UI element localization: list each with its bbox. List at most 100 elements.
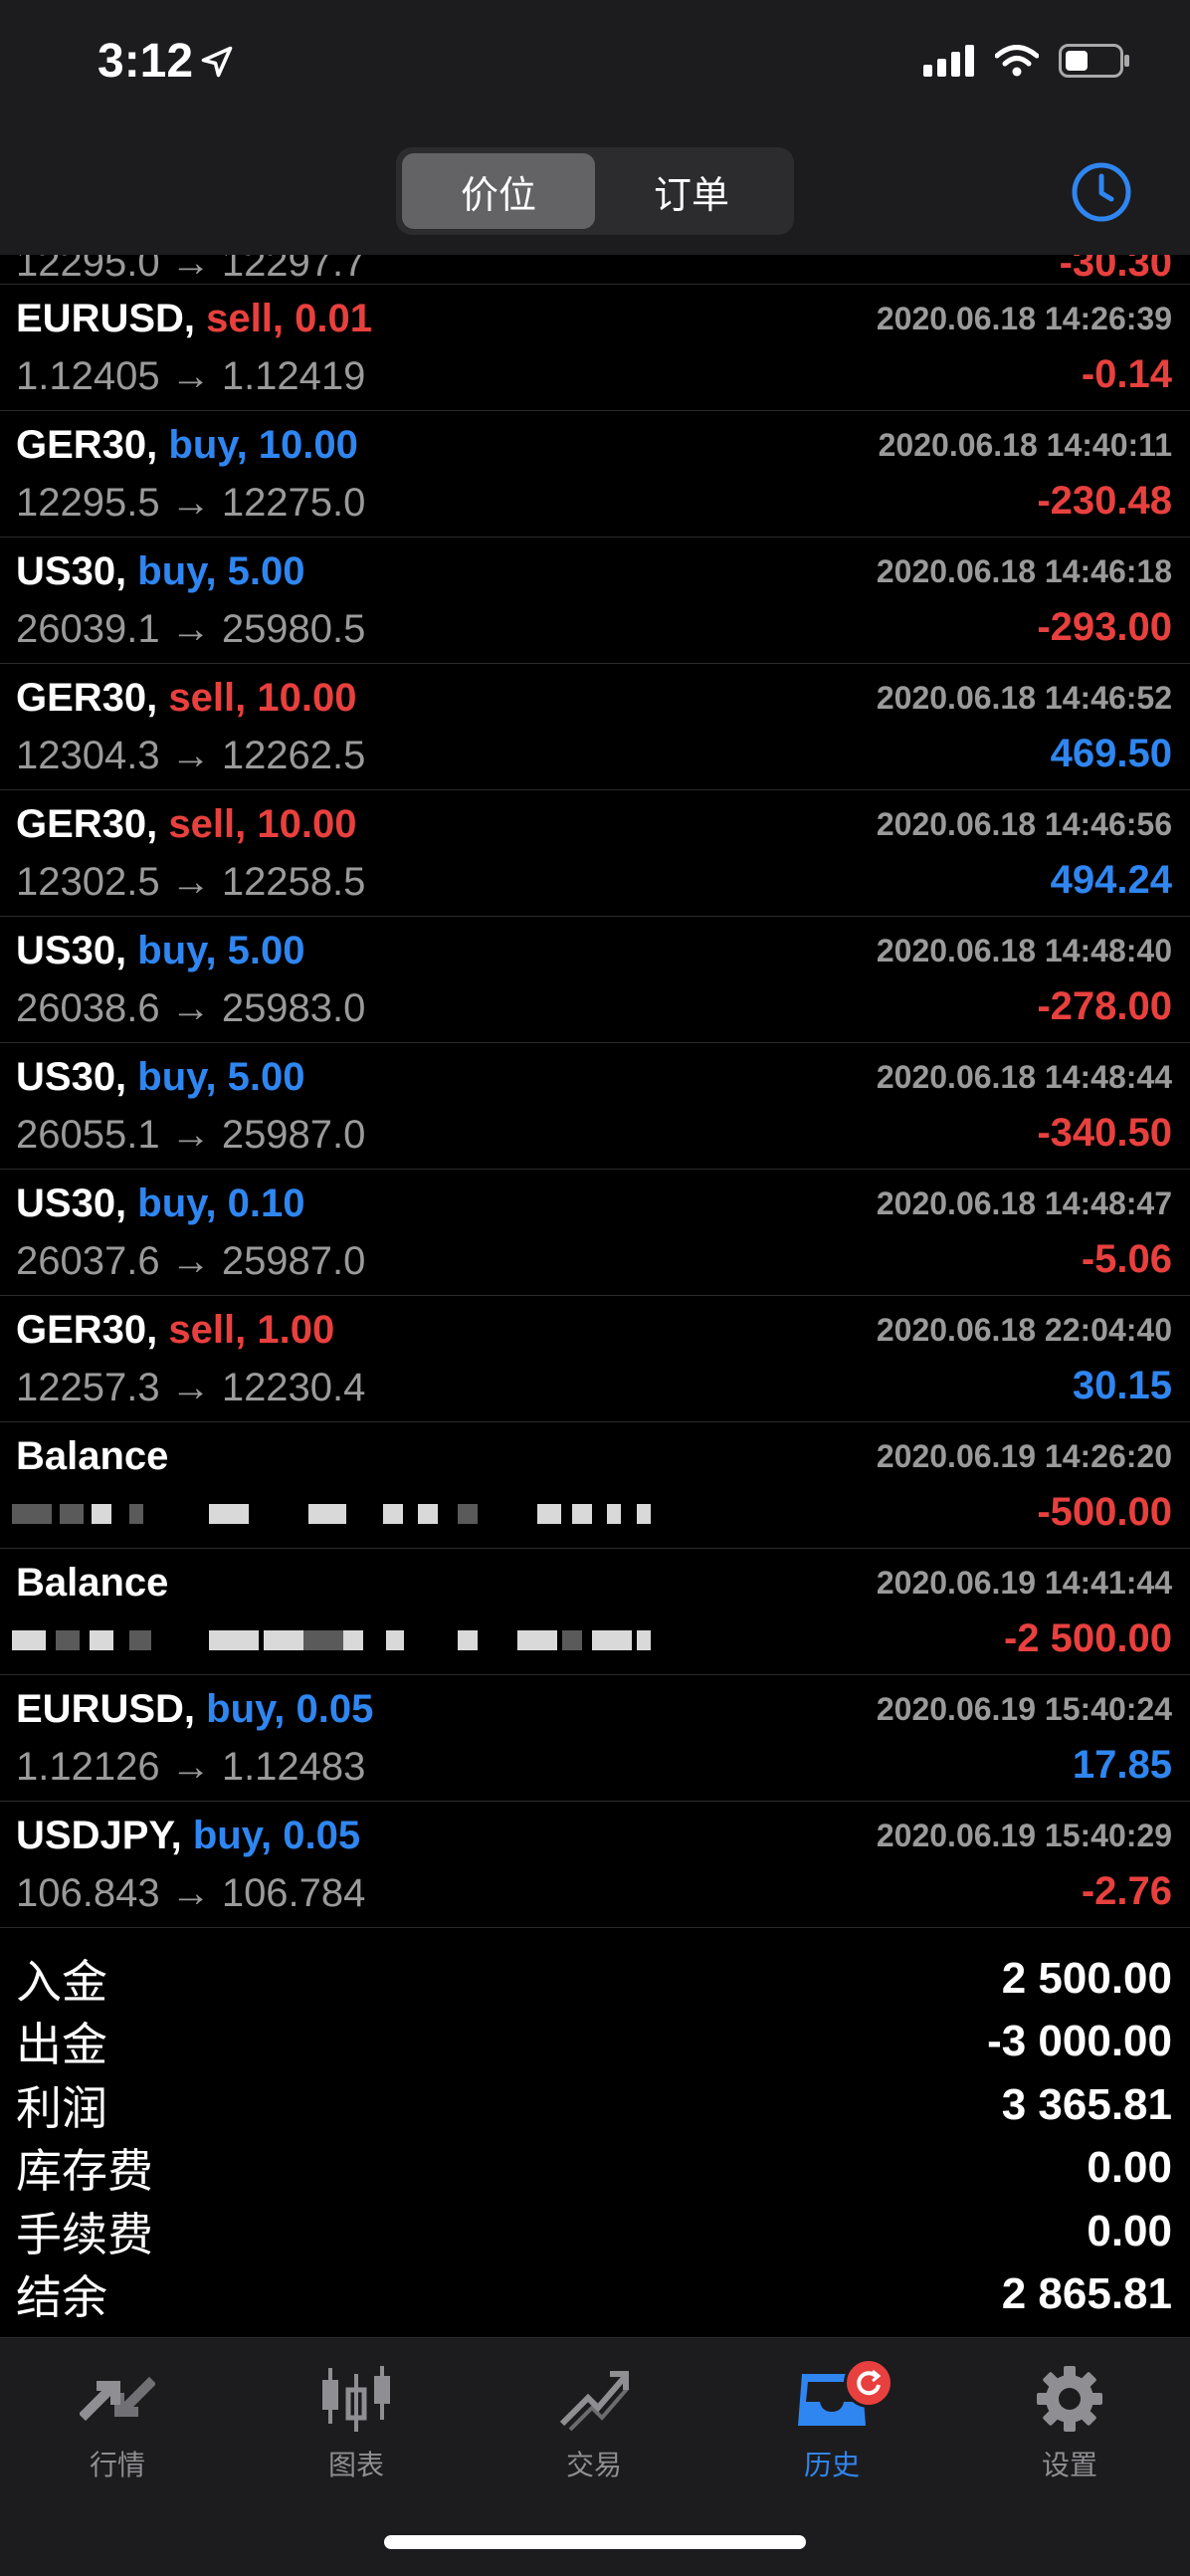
summary-label: 结余: [16, 2271, 107, 2324]
deal-symbol: EURUSD, sell, 0.01: [16, 297, 372, 341]
deal-side-volume: buy, 0.05: [192, 1814, 361, 1857]
clock-icon[interactable]: [1071, 161, 1132, 223]
redacted-comment-block: [129, 1630, 151, 1650]
deal-profit: -500.00: [1037, 1490, 1172, 1534]
symbol-name: Balance: [16, 1434, 169, 1478]
redacted-comment-block: [418, 1504, 438, 1524]
summary-row: 库存费 0.00: [0, 2137, 1190, 2201]
deal-profit: -30.30: [1059, 255, 1172, 285]
symbol-name: GER30,: [16, 423, 158, 467]
summary-label: 利润: [16, 2081, 107, 2134]
redacted-comment-block: [56, 1630, 80, 1650]
deal-time: 2020.06.18 14:48:44: [876, 1059, 1172, 1095]
list-item[interactable]: GER30, sell, 10.00 2020.06.18 14:46:52 123…: [0, 664, 1190, 790]
redacted-comment-block: [637, 1630, 651, 1650]
deal-profit: -2.76: [1081, 1869, 1172, 1913]
deal-symbol: US30, buy, 5.00: [16, 549, 305, 594]
deal-profit: 469.50: [1050, 732, 1172, 775]
deal-time: 2020.06.18 14:26:39: [876, 301, 1172, 336]
deal-profit: -278.00: [1037, 984, 1172, 1028]
deal-prices: 106.843 → 106.784: [16, 1871, 366, 1915]
gear-icon: [1037, 2366, 1102, 2432]
symbol-name: Balance: [16, 1561, 169, 1605]
redacted-comment-block: [607, 1504, 621, 1524]
symbol-name: EURUSD,: [16, 297, 196, 340]
location-arrow-icon: [201, 46, 233, 78]
redacted-comment-block: [517, 1630, 557, 1650]
battery-icon: [1059, 44, 1129, 78]
deal-side-volume: sell, 0.01: [206, 297, 372, 340]
deal-side-volume: buy, 0.05: [206, 1687, 374, 1731]
summary-row: 利润 3 365.81: [0, 2073, 1190, 2137]
redacted-comment-block: [386, 1630, 404, 1650]
redacted-comment-block: [537, 1504, 561, 1524]
tab-label: 行情: [89, 2450, 145, 2480]
deal-profit: 30.15: [1072, 1364, 1172, 1407]
segment-orders[interactable]: 订单: [595, 153, 788, 229]
tab-trade[interactable]: 交易: [524, 2364, 664, 2483]
deal-symbol: US30, buy, 5.00: [16, 1055, 305, 1100]
tab-charts[interactable]: 图表: [287, 2364, 426, 2483]
deal-time: 2020.06.19 15:40:24: [876, 1691, 1172, 1727]
redacted-comment-block: [12, 1504, 52, 1524]
deal-prices: 12304.3 → 12262.5: [16, 734, 366, 777]
deal-prices: 12257.3 → 12230.4: [16, 1366, 366, 1409]
segment-prices[interactable]: 价位: [402, 153, 595, 229]
list-item[interactable]: GER30, sell, 1.00 2020.06.18 22:04:40 1225…: [0, 1296, 1190, 1422]
deal-time: 2020.06.19 14:41:44: [876, 1565, 1172, 1601]
list-item[interactable]: EURUSD, buy, 0.05 2020.06.19 15:40:24 1.12…: [0, 1675, 1190, 1802]
redacted-comment-block: [303, 1630, 343, 1650]
deal-prices: 12295.0 → 12297.7: [16, 255, 366, 285]
summary-value: 2 865.81: [1001, 2269, 1172, 2319]
list-item[interactable]: USDJPY, buy, 0.05 2020.06.19 15:40:29 106.…: [0, 1802, 1190, 1928]
deal-symbol: EURUSD, buy, 0.05: [16, 1687, 373, 1732]
deal-time: 2020.06.18 14:48:40: [876, 933, 1172, 968]
list-item[interactable]: Balance 2020.06.19 14:26:20 -500.00: [0, 1422, 1190, 1549]
history-list[interactable]: 12295.0 → 12297.7 -30.30 EURUSD, sell, 0…: [0, 255, 1190, 1928]
deal-side-volume: buy, 0.10: [137, 1181, 305, 1225]
trade-icon: [559, 2371, 630, 2432]
home-indicator[interactable]: [384, 2535, 806, 2549]
summary-row: 出金 -3 000.00: [0, 2011, 1190, 2074]
deal-prices: 26055.1 → 25987.0: [16, 1113, 366, 1157]
deal-time: 2020.06.18 14:48:47: [876, 1185, 1172, 1221]
redacted-comment-block: [308, 1504, 346, 1524]
symbol-name: US30,: [16, 1055, 127, 1099]
redacted-comment-block: [129, 1504, 143, 1524]
redacted-comment-block: [209, 1504, 249, 1524]
refresh-badge-icon: [844, 2358, 893, 2408]
tab-settings[interactable]: 设置: [1000, 2364, 1139, 2483]
deal-prices: 1.12405 → 1.12419: [16, 354, 366, 398]
redacted-comment-block: [209, 1630, 259, 1650]
summary-row: 结余 2 865.81: [0, 2263, 1190, 2327]
deal-profit: 494.24: [1050, 858, 1172, 902]
list-item[interactable]: US30, buy, 5.00 2020.06.18 14:48:40 26038.…: [0, 917, 1190, 1043]
chart-candles-icon: [322, 2366, 390, 2432]
summary-value: 2 500.00: [1001, 1953, 1172, 2003]
redacted-comment-block: [60, 1504, 84, 1524]
deal-side-volume: buy, 5.00: [137, 549, 305, 593]
symbol-name: GER30,: [16, 1308, 158, 1352]
deal-prices: 12302.5 → 12258.5: [16, 860, 366, 904]
tab-quotes[interactable]: 行情: [48, 2364, 187, 2483]
list-item[interactable]: GER30, buy, 10.00 2020.06.18 14:40:11 1229…: [0, 411, 1190, 537]
deal-symbol: GER30, sell, 10.00: [16, 676, 356, 721]
list-item[interactable]: US30, buy, 5.00 2020.06.18 14:48:44 26055.…: [0, 1043, 1190, 1170]
deal-time: 2020.06.18 14:46:18: [876, 553, 1172, 589]
summary-value: -3 000.00: [987, 2017, 1172, 2066]
summary-section: 入金 2 500.00 出金 -3 000.00 利润 3 365.81 库存费 0.00 手续…: [0, 1929, 1190, 2326]
list-item[interactable]: Balance 2020.06.19 14:41:44 -2 500.00: [0, 1549, 1190, 1675]
list-item[interactable]: US30, buy, 5.00 2020.06.18 14:46:18 26039.…: [0, 537, 1190, 664]
segmented-control: 价位 订单: [396, 147, 794, 235]
signal-icon: [923, 45, 974, 77]
deal-profit: -2 500.00: [1003, 1616, 1172, 1660]
redacted-comment-block: [90, 1630, 113, 1650]
tab-history[interactable]: 历史: [762, 2358, 901, 2483]
list-item[interactable]: US30, buy, 0.10 2020.06.18 14:48:47 26037.…: [0, 1170, 1190, 1296]
redacted-comment-block: [562, 1630, 582, 1650]
status-bar: 3:12: [0, 0, 1190, 129]
redacted-comment-block: [592, 1630, 632, 1650]
list-item[interactable]: EURUSD, sell, 0.01 2020.06.18 14:26:39 1.1…: [0, 285, 1190, 411]
list-item-partial[interactable]: 12295.0 → 12297.7 -30.30: [0, 255, 1190, 285]
list-item[interactable]: GER30, sell, 10.00 2020.06.18 14:46:56 123…: [0, 790, 1190, 917]
